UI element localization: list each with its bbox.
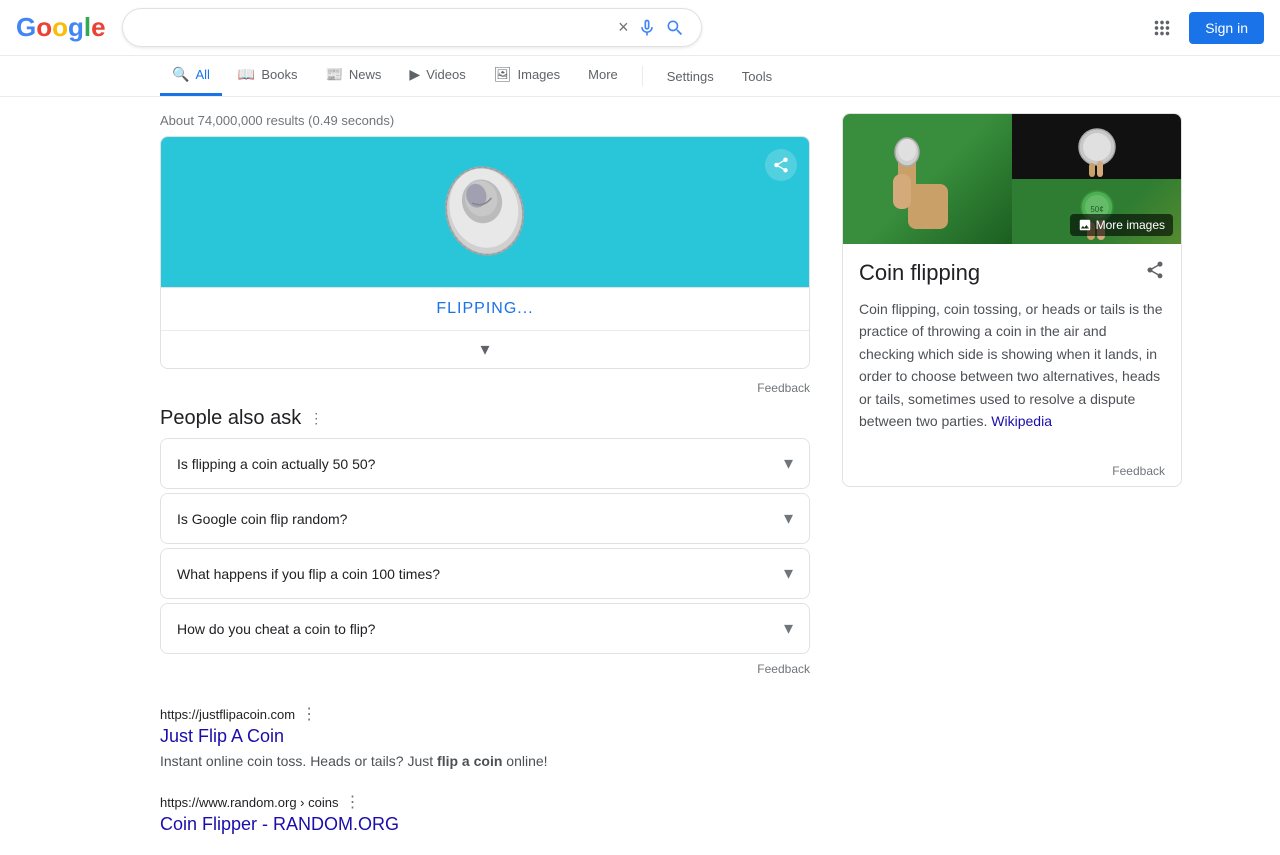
hand-coin-svg <box>878 124 978 244</box>
results-stats: About 74,000,000 results (0.49 seconds) <box>160 105 810 136</box>
paa-question: How do you cheat a coin to flip? <box>177 621 375 637</box>
all-icon: 🔍 <box>172 66 189 83</box>
results-container: About 74,000,000 results (0.49 seconds) <box>0 105 1280 855</box>
paa-feedback[interactable]: Feedback <box>160 658 810 688</box>
kp-title-row: Coin flipping <box>859 260 1165 286</box>
share-button[interactable] <box>765 149 797 181</box>
coin-result-row: FLIPPING... <box>161 287 809 330</box>
coin-expand-button[interactable]: ▾ <box>480 339 489 360</box>
result-menu-button[interactable]: ⋮ <box>301 704 317 724</box>
paa-chevron-icon: ▾ <box>784 508 793 529</box>
paa-item[interactable]: Is flipping a coin actually 50 50? ▾ <box>160 438 810 489</box>
result-url: https://www.random.org › coins <box>160 795 338 810</box>
search-submit-icon[interactable] <box>665 18 685 38</box>
apps-icon[interactable] <box>1151 17 1173 39</box>
result-url-row: https://www.random.org › coins ⋮ <box>160 792 810 812</box>
share-icon <box>772 156 790 174</box>
kp-share-button[interactable] <box>1145 260 1165 286</box>
paa-chevron-icon: ▾ <box>784 453 793 474</box>
paa-question: Is Google coin flip random? <box>177 511 347 527</box>
result-title[interactable]: Coin Flipper - RANDOM.ORG <box>160 814 810 835</box>
svg-text:50¢: 50¢ <box>1090 205 1103 214</box>
paa-question: What happens if you flip a coin 100 time… <box>177 566 440 582</box>
right-column: 50¢ More images Coin flipping <box>842 105 1182 855</box>
tab-books[interactable]: 📖 Books <box>226 56 310 96</box>
tab-news[interactable]: 📰 News <box>313 56 393 96</box>
paa-header: People also ask ⋮ <box>160 407 810 430</box>
result-snippet: Instant online coin toss. Heads or tails… <box>160 751 810 772</box>
sign-in-button[interactable]: Sign in <box>1189 12 1264 44</box>
result-menu-button[interactable]: ⋮ <box>344 792 360 812</box>
more-images-button[interactable]: More images <box>1070 214 1173 236</box>
tools-link[interactable]: Tools <box>730 59 784 94</box>
paa-question: Is flipping a coin actually 50 50? <box>177 456 375 472</box>
paa-title: People also ask <box>160 407 301 430</box>
paa-menu-icon[interactable]: ⋮ <box>309 410 323 427</box>
kp-image-top-right[interactable] <box>1012 114 1181 179</box>
paa-item-row: What happens if you flip a coin 100 time… <box>161 549 809 598</box>
widget-feedback[interactable]: Feedback <box>160 377 810 407</box>
result-title[interactable]: Just Flip A Coin <box>160 726 810 747</box>
search-input[interactable]: flip a coin <box>139 19 610 37</box>
books-icon: 📖 <box>238 66 255 83</box>
result-item: https://justflipacoin.com ⋮ Just Flip A … <box>160 704 810 772</box>
nav-tabs: 🔍 All 📖 Books 📰 News ▶ Videos 🖼 Images M… <box>0 56 1280 97</box>
images-icon: 🖼 <box>494 66 512 83</box>
google-logo[interactable]: Google <box>16 12 106 43</box>
search-bar: flip a coin × <box>122 8 702 47</box>
kp-description: Coin flipping, coin tossing, or heads or… <box>859 298 1165 432</box>
tab-images[interactable]: 🖼 Images <box>482 56 572 96</box>
tab-videos[interactable]: ▶ Videos <box>397 56 477 96</box>
tab-all[interactable]: 🔍 All <box>160 56 222 96</box>
result-url: https://justflipacoin.com <box>160 707 295 722</box>
header: Google flip a coin × Sign in <box>0 0 1280 56</box>
result-url-row: https://justflipacoin.com ⋮ <box>160 704 810 724</box>
kp-wikipedia-link[interactable]: Wikipedia <box>991 413 1052 429</box>
paa-section: People also ask ⋮ Is flipping a coin act… <box>160 407 810 688</box>
kp-body: Coin flipping Coin flipping, coin tossin… <box>843 244 1181 456</box>
nav-divider <box>642 66 643 86</box>
tab-more[interactable]: More <box>576 57 630 95</box>
kp-feedback[interactable]: Feedback <box>843 456 1181 486</box>
kp-share-icon <box>1145 260 1165 280</box>
knowledge-panel: 50¢ More images Coin flipping <box>842 113 1182 487</box>
clear-icon[interactable]: × <box>618 17 629 38</box>
paa-item[interactable]: What happens if you flip a coin 100 time… <box>160 548 810 599</box>
paa-chevron-icon: ▾ <box>784 618 793 639</box>
header-right: Sign in <box>1151 12 1264 44</box>
paa-item-row: Is flipping a coin actually 50 50? ▾ <box>161 439 809 488</box>
kp-images: 50¢ More images <box>843 114 1181 244</box>
coin-result-text: FLIPPING... <box>436 300 533 318</box>
mic-icon[interactable] <box>637 18 657 38</box>
coin-toss-svg <box>1067 117 1127 177</box>
coin-widget-visual <box>161 137 809 287</box>
videos-icon: ▶ <box>409 66 420 83</box>
paa-item[interactable]: How do you cheat a coin to flip? ▾ <box>160 603 810 654</box>
kp-image-left[interactable] <box>843 114 1012 244</box>
paa-item-row: Is Google coin flip random? ▾ <box>161 494 809 543</box>
paa-item-row: How do you cheat a coin to flip? ▾ <box>161 604 809 653</box>
coin-illustration <box>419 136 550 289</box>
images-icon <box>1078 218 1092 232</box>
news-icon: 📰 <box>325 66 342 83</box>
coin-expand-row: ▾ <box>161 330 809 368</box>
kp-title: Coin flipping <box>859 260 980 286</box>
paa-item[interactable]: Is Google coin flip random? ▾ <box>160 493 810 544</box>
paa-chevron-icon: ▾ <box>784 563 793 584</box>
settings-link[interactable]: Settings <box>655 59 726 94</box>
coin-flip-widget: FLIPPING... ▾ <box>160 136 810 369</box>
left-column: About 74,000,000 results (0.49 seconds) <box>160 105 810 855</box>
result-item: https://www.random.org › coins ⋮ Coin Fl… <box>160 792 810 835</box>
